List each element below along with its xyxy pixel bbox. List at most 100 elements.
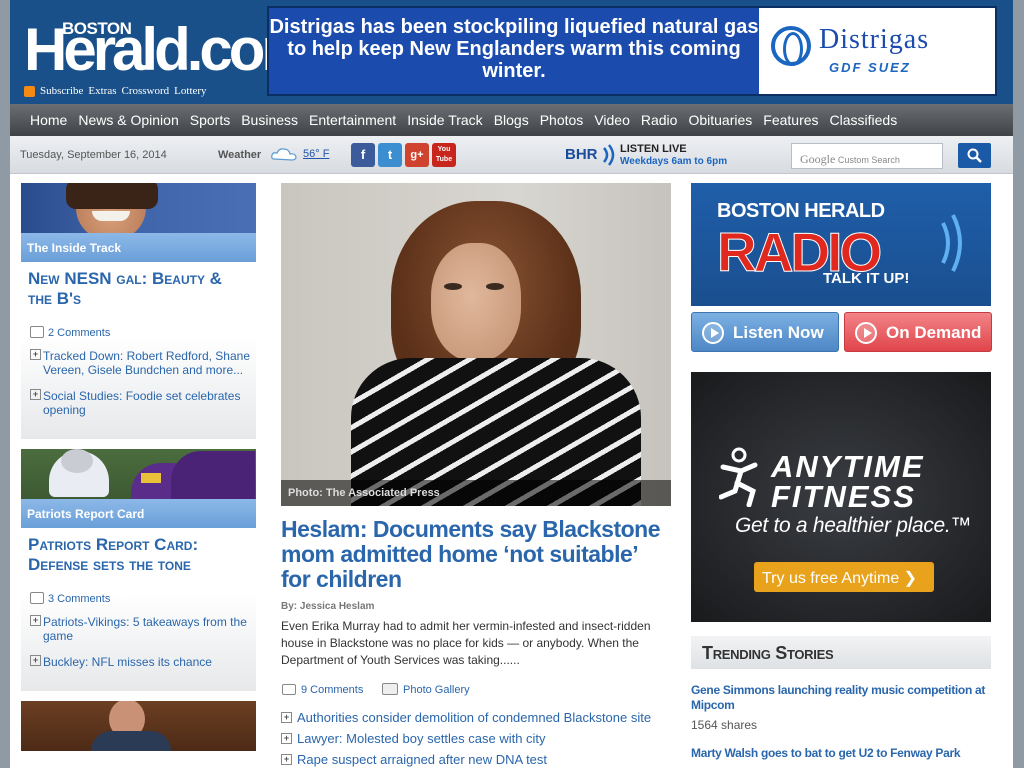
listen-now-label: Listen Now [733,323,824,342]
extras-link[interactable]: Extras [88,85,116,97]
photo-credit: Photo: The Associated Press [281,480,671,506]
share-count: 1564 shares [691,718,758,732]
nav-entertainment[interactable]: Entertainment [309,112,407,128]
search-brand: Google [800,152,836,166]
utility-bar: Tuesday, September 16, 2014 Weather 56° … [10,136,1013,174]
nav-features[interactable]: Features [763,112,829,128]
story-card-inside-track: The Inside Track New NESN gal: Beauty & … [21,183,256,439]
story-headline[interactable]: Patriots Report Card: Defense sets the t… [21,528,256,575]
radio-waves-icon [941,214,962,272]
related-link[interactable]: Buckley: NFL misses its chance [30,655,252,669]
play-icon [702,322,724,344]
page: BOSTON Herald.com Subscribe Extras Cross… [10,0,1013,768]
search-input[interactable]: Google Custom Search [791,143,943,169]
running-man-icon [719,447,758,507]
section-tag[interactable]: Patriots Report Card [21,499,256,528]
top-banner-ad[interactable]: Distrigas has been stockpiling liquefied… [267,6,997,96]
main-nav: Home News & Opinion Sports Business Ente… [10,104,1013,136]
fitness-tagline: Get to a healthier place.™ [735,514,972,537]
search-icon [967,148,982,163]
play-icon [855,322,877,344]
facebook-icon[interactable]: f [351,143,375,167]
ad-brand: Distrigas GDF SUEZ [769,18,991,84]
trending-item: Gene Simmons launching reality music com… [691,669,991,732]
courtroom-photo[interactable] [21,701,256,751]
on-demand-button[interactable]: On Demand [844,312,992,352]
radio-ad-tag: TALK IT UP! [823,270,910,287]
subscribe-link[interactable]: Subscribe [40,85,83,97]
listen-live-hours: Weekdays 6am to 6pm [620,156,728,167]
section-tag[interactable]: The Inside Track [21,233,256,262]
related-link[interactable]: Rape suspect arraigned after new DNA tes… [281,749,671,768]
nav-sports[interactable]: Sports [190,112,241,128]
camera-icon [382,683,398,695]
related-links: Tracked Down: Robert Redford, Shane Vere… [21,339,256,439]
bhr-logo-text: BHR [565,146,598,163]
ad-brand-name: Distrigas [819,24,930,55]
story-card-third [21,701,256,751]
rss-icon[interactable] [24,85,35,97]
search-button[interactable] [958,143,991,168]
left-column: The Inside Track New NESN gal: Beauty & … [21,183,256,761]
byline: By: Jessica Heslam [281,601,375,612]
related-link[interactable]: Tracked Down: Robert Redford, Shane Vere… [30,349,252,377]
try-free-button[interactable]: Try us free Anytime ❯ [754,562,934,592]
trending-title: Trending Stories [691,636,991,669]
youtube-icon[interactable]: You Tube [432,143,456,167]
site-logo[interactable]: BOSTON Herald.com Subscribe Extras Cross… [24,6,315,97]
story-card-patriots: Patriots Report Card Patriots Report Car… [21,449,256,691]
nav-video[interactable]: Video [594,112,641,128]
nav-business[interactable]: Business [241,112,309,128]
related-link[interactable]: Lawyer: Molested boy settles case with c… [281,728,671,749]
trending-item: Marty Walsh goes to bat to get U2 to Fen… [691,732,991,761]
comments-link[interactable]: 9 Comments [301,684,363,696]
lead-headline[interactable]: Heslam: Documents say Blackstone mom adm… [281,517,671,592]
listen-now-button[interactable]: Listen Now [691,312,839,352]
related-link[interactable]: Patriots-Vikings: 5 takeaways from the g… [30,615,252,643]
listen-live-label[interactable]: LISTEN LIVE [620,143,687,155]
ad-brand-sub: GDF SUEZ [829,60,911,75]
related-links: Patriots-Vikings: 5 takeaways from the g… [21,605,256,691]
nav-classifieds[interactable]: Classifieds [830,112,909,128]
comments-link[interactable]: 2 Comments [21,309,256,339]
nav-obituaries[interactable]: Obituaries [688,112,763,128]
nav-photos[interactable]: Photos [540,112,595,128]
temperature-link[interactable]: 56° F [303,148,329,160]
related-links: Authorities consider demolition of conde… [281,707,671,768]
radio-ad[interactable]: BOSTON HERALD RADIO TALK IT UP! [691,183,991,306]
fitness-ad[interactable]: ANYTIME FITNESS Get to a healthier place… [691,372,991,622]
fitness-logo: ANYTIME FITNESS [719,447,959,512]
story-meta: 9 Comments Photo Gallery [281,681,671,701]
radio-waves-icon [603,144,615,166]
related-link[interactable]: Social Studies: Foodie set celebrates op… [30,389,252,417]
inside-track-photo[interactable] [21,183,256,233]
lottery-link[interactable]: Lottery [174,85,206,97]
google-plus-icon[interactable]: g+ [405,143,429,167]
comments-link[interactable]: 3 Comments [21,575,256,605]
trending-link[interactable]: Gene Simmons launching reality music com… [691,683,991,713]
nav-home[interactable]: Home [30,112,78,128]
patriots-photo[interactable] [21,449,256,499]
right-column: BOSTON HERALD RADIO TALK IT UP! Listen N… [691,183,992,760]
photo-gallery-link[interactable]: Photo Gallery [403,684,470,696]
lead-story-photo[interactable]: Photo: The Associated Press [281,183,671,506]
crossword-link[interactable]: Crossword [122,85,170,97]
fitness-name: ANYTIME FITNESS [771,449,925,514]
weather-label: Weather [218,149,262,161]
bhr-logo[interactable]: BHR [565,146,598,163]
distrigas-logo-icon [771,26,811,66]
comment-icon [282,684,296,695]
masthead: BOSTON Herald.com Subscribe Extras Cross… [10,0,1013,104]
nav-inside-track[interactable]: Inside Track [407,112,493,128]
related-link[interactable]: Authorities consider demolition of conde… [281,707,671,728]
trending-link[interactable]: Marty Walsh goes to bat to get U2 to Fen… [691,746,991,761]
story-summary: Even Erika Murray had to admit her vermi… [281,619,651,667]
ad-message: Distrigas has been stockpiling liquefied… [269,8,759,94]
main-column: Photo: The Associated Press Heslam: Docu… [281,183,671,768]
cloud-icon[interactable] [270,146,298,162]
story-headline[interactable]: New NESN gal: Beauty & the B's [21,262,256,309]
nav-radio[interactable]: Radio [641,112,689,128]
twitter-icon[interactable]: t [378,143,402,167]
nav-news-opinion[interactable]: News & Opinion [78,112,189,128]
nav-blogs[interactable]: Blogs [494,112,540,128]
